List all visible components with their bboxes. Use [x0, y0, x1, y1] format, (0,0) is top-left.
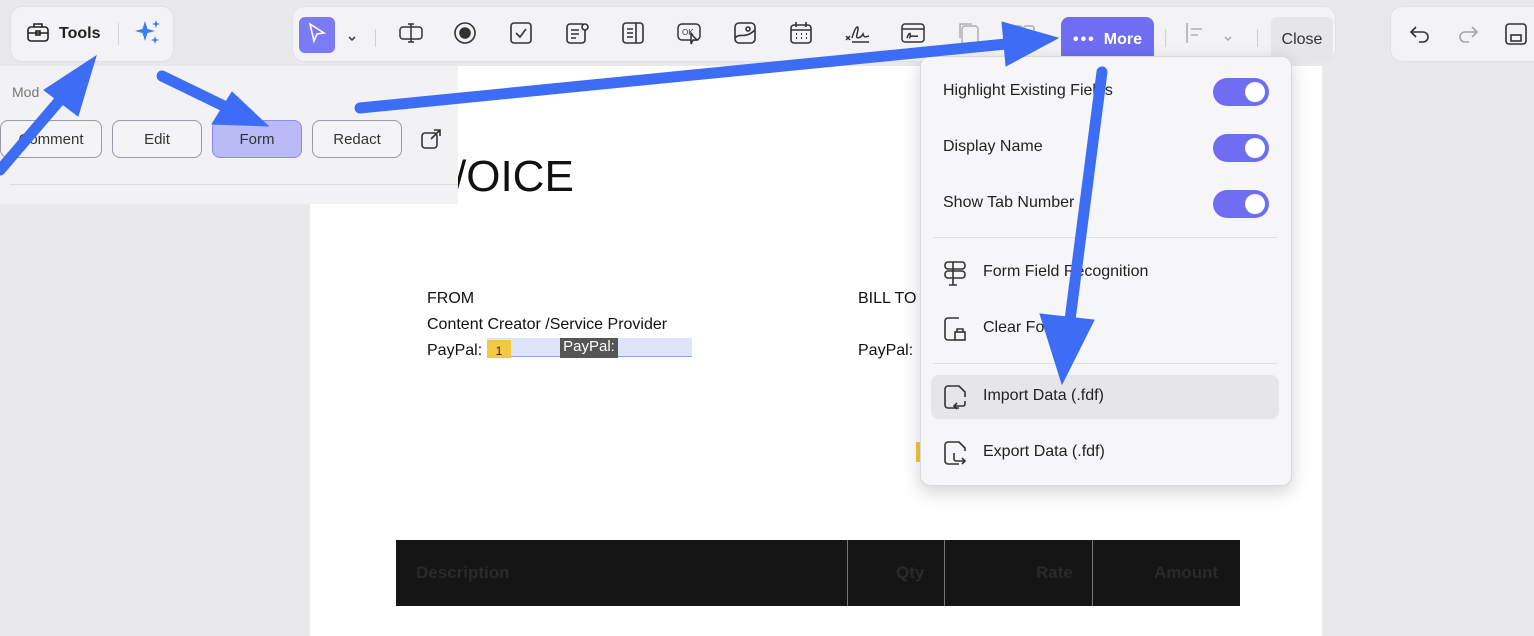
- comment-mode-button[interactable]: Comment: [0, 120, 102, 158]
- digital-signature-tool-button[interactable]: [895, 17, 931, 53]
- multiple-fields-icon: [1010, 20, 1036, 51]
- redact-mode-button[interactable]: Redact: [312, 120, 402, 158]
- list-box-icon: [620, 20, 646, 51]
- menu-divider: [933, 237, 1277, 238]
- align-tool-button[interactable]: [1177, 17, 1213, 53]
- menu-item-import-data[interactable]: Import Data (.fdf): [931, 375, 1279, 419]
- radio-button-tool-button[interactable]: [447, 17, 483, 53]
- edit-mode-button[interactable]: Edit: [112, 120, 202, 158]
- chevron-down-icon[interactable]: [347, 31, 357, 42]
- checkbox-icon: [508, 20, 534, 51]
- digital-signature-icon: [900, 20, 926, 51]
- menu-divider: [933, 363, 1277, 364]
- select-tool-button[interactable]: [299, 17, 335, 53]
- ai-sparkle-icon[interactable]: [133, 17, 163, 52]
- duplicate-tool-button[interactable]: [951, 17, 987, 53]
- invoice-title: /OICE: [454, 152, 574, 201]
- menu-item-label: Display Name: [943, 138, 1043, 155]
- tools-button[interactable]: Tools: [25, 19, 100, 50]
- invoice-table-header: Description Qty Rate Amount: [396, 540, 1240, 606]
- signature-icon: [844, 20, 870, 51]
- radio-button-icon: [452, 20, 478, 51]
- from-label: FROM: [427, 290, 475, 307]
- list-box-tool-button[interactable]: [615, 17, 651, 53]
- text-field-tool-button[interactable]: [393, 17, 429, 53]
- menu-item-label: Export Data (.fdf): [983, 443, 1105, 460]
- menu-item-export-data[interactable]: Export Data (.fdf): [921, 431, 1291, 475]
- export-data-icon: [941, 439, 969, 467]
- from-name: Content Creator /Service Provider: [427, 316, 668, 333]
- duplicate-icon: [956, 20, 982, 51]
- dropdown-field-icon: [564, 20, 590, 51]
- field-name-label: PayPal:: [560, 338, 618, 358]
- col-qty: Qty: [896, 563, 925, 582]
- menu-item-form-field-recognition[interactable]: Form Field Recognition: [921, 251, 1291, 295]
- signature-tool-button[interactable]: [839, 17, 875, 53]
- modes-label: Mod: [12, 84, 40, 100]
- tools-label: Tools: [59, 25, 101, 42]
- redo-icon[interactable]: [1455, 21, 1481, 47]
- date-field-tool-button[interactable]: [783, 17, 819, 53]
- import-data-icon: [941, 383, 969, 411]
- display-name-toggle[interactable]: [1213, 134, 1269, 162]
- toolbox-icon: [25, 19, 51, 50]
- bill-to-label: BILL TO: [858, 290, 917, 307]
- menu-item-label: Highlight Existing Fields: [943, 82, 1113, 99]
- col-amount: Amount: [1154, 563, 1219, 582]
- dropdown-tool-button[interactable]: [559, 17, 595, 53]
- align-chevron-down-icon[interactable]: [1223, 31, 1233, 42]
- menu-toggle-tab-number[interactable]: Show Tab Number: [921, 182, 1291, 226]
- calendar-icon: [788, 20, 814, 51]
- pointer-icon: [304, 20, 330, 51]
- open-external-icon[interactable]: [420, 128, 442, 150]
- paypal-label: PayPal:: [427, 342, 483, 359]
- col-description: Description: [416, 563, 510, 582]
- bill-paypal-label: PayPal:: [858, 342, 914, 359]
- highlight-fields-toggle[interactable]: [1213, 78, 1269, 106]
- tools-group: Tools: [10, 6, 174, 62]
- image-field-icon: [732, 20, 758, 51]
- menu-item-label: Form Field Recognition: [983, 263, 1149, 280]
- menu-item-label: Import Data (.fdf): [983, 387, 1104, 404]
- form-toolbar: OK ••• More Close: [292, 6, 1336, 63]
- ellipsis-icon: •••: [1072, 31, 1096, 48]
- menu-item-label: Clear Form: [983, 319, 1064, 336]
- menu-item-label: Show Tab Number: [943, 194, 1075, 211]
- menu-item-clear-form[interactable]: Clear Form: [921, 307, 1291, 351]
- clear-form-icon: [941, 315, 969, 343]
- image-field-tool-button[interactable]: [727, 17, 763, 53]
- checkbox-tool-button[interactable]: [503, 17, 539, 53]
- history-group: [1390, 6, 1534, 62]
- save-icon[interactable]: [1503, 21, 1529, 47]
- more-menu: Highlight Existing Fields Display Name S…: [920, 56, 1292, 486]
- button-field-icon: OK: [676, 20, 702, 51]
- modes-panel: Mod Comment Edit Form Redact: [0, 66, 458, 204]
- multiple-fields-tool-button[interactable]: [1005, 17, 1041, 53]
- menu-toggle-display-name[interactable]: Display Name: [921, 126, 1291, 170]
- text-field-icon: [398, 20, 424, 51]
- undo-icon[interactable]: [1407, 21, 1433, 47]
- form-recognition-icon: [941, 259, 969, 287]
- align-left-icon: [1182, 20, 1208, 51]
- menu-toggle-highlight-fields[interactable]: Highlight Existing Fields: [921, 70, 1291, 114]
- tab-number-badge: 1: [487, 340, 511, 358]
- button-tool-button[interactable]: OK: [671, 17, 707, 53]
- col-rate: Rate: [1036, 563, 1073, 582]
- tab-number-toggle[interactable]: [1213, 190, 1269, 218]
- form-mode-button[interactable]: Form: [212, 120, 302, 158]
- more-label: More: [1103, 31, 1143, 48]
